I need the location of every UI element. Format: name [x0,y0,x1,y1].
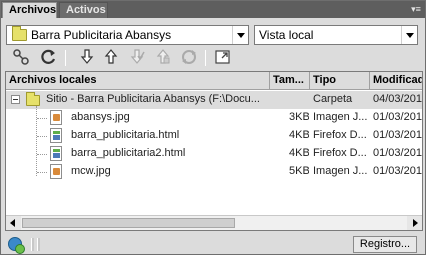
tab-activos[interactable]: Activos [59,2,108,18]
html-file-icon [50,128,62,143]
row-modified: 01/03/2011 [373,129,423,141]
status-bar: Registro... [1,234,425,254]
folder-icon [12,26,27,41]
grip-icon [37,238,40,251]
toolbar [1,47,425,69]
row-name: barra_publicitaria.html [71,129,180,141]
site-select-value: Barra Publicitaria Abansys [31,28,172,42]
html-file-icon [50,146,62,161]
column-header-name[interactable]: Archivos locales [6,72,270,90]
row-size: 5KB [289,165,309,177]
column-header-modified[interactable]: Modificado [370,72,422,90]
row-size: 3KB [289,111,309,123]
table-row-site-root[interactable]: Sitio - Barra Publicitaria Abansys (F:\D… [6,91,422,109]
column-header-type[interactable]: Tipo [310,72,370,90]
site-status-icon [8,237,25,254]
put-up-arrow-icon[interactable] [101,48,121,68]
table-row[interactable]: barra_publicitaria.html 4KB Firefox D...… [6,127,422,145]
column-header-row: Archivos locales Tam... Tipo Modificado [6,72,422,90]
row-type: Carpeta [313,93,353,105]
view-select-value: Vista local [259,28,314,42]
row-modified: 01/03/2011 [373,111,423,123]
check-out-icon[interactable] [127,48,147,68]
row-name: mcw.jpg [71,165,111,177]
toolbar-separator [205,50,206,66]
tree-line [37,154,47,155]
file-list[interactable]: Archivos locales Tam... Tipo Modificado … [5,71,423,231]
jpg-file-icon [50,164,62,179]
tab-strip: Archivos Activos ▾≡ [1,1,425,18]
tree-line [37,172,47,173]
table-row[interactable]: abansys.jpg 3KB Imagen J... 01/03/2011 [6,109,422,127]
expand-icon[interactable] [213,48,233,68]
log-button[interactable]: Registro... [353,236,417,253]
panel-menu-icon[interactable]: ▾≡ [410,3,422,15]
row-type: Firefox D... [313,129,367,141]
scrollbar-thumb[interactable] [22,218,235,228]
view-select[interactable]: Vista local [254,25,418,45]
refresh-icon[interactable] [39,48,59,68]
row-type: Imagen J... [313,111,368,123]
tree-line [37,136,47,137]
check-in-icon[interactable] [153,48,173,68]
row-size: 4KB [289,147,309,159]
folder-icon [26,92,40,106]
row-type: Firefox D... [313,147,367,159]
row-name: barra_publicitaria2.html [71,147,186,159]
row-type: Imagen J... [313,165,368,177]
files-panel: Archivos Activos ▾≡ Barra Publicitaria A… [0,0,426,255]
row-modified: 01/03/2011 [373,165,423,177]
row-modified: 04/03/2011 [373,93,423,105]
collapse-icon[interactable] [11,95,20,104]
row-name: Sitio - Barra Publicitaria Abansys (F:\D… [46,93,260,105]
toolbar-separator [65,50,66,66]
scroll-right-icon[interactable] [407,216,422,230]
chevron-down-icon[interactable] [232,26,248,44]
tab-archivos[interactable]: Archivos [2,2,57,18]
table-row[interactable]: barra_publicitaria2.html 4KB Firefox D..… [6,145,422,163]
row-name: abansys.jpg [71,111,130,123]
grip-icon [31,238,34,251]
site-select[interactable]: Barra Publicitaria Abansys [6,25,249,45]
horizontal-scrollbar[interactable] [6,215,422,230]
table-row[interactable]: mcw.jpg 5KB Imagen J... 01/03/2011 [6,163,422,181]
row-size: 4KB [289,129,309,141]
tree-line [37,118,47,119]
get-down-arrow-icon[interactable] [77,48,97,68]
row-modified: 01/03/2011 [373,147,423,159]
jpg-file-icon [50,110,62,125]
connect-icon[interactable] [11,48,31,68]
column-header-size[interactable]: Tam... [270,72,310,90]
chevron-down-icon[interactable] [401,26,417,44]
scroll-left-icon[interactable] [6,216,21,230]
synchronize-icon[interactable] [179,48,199,68]
